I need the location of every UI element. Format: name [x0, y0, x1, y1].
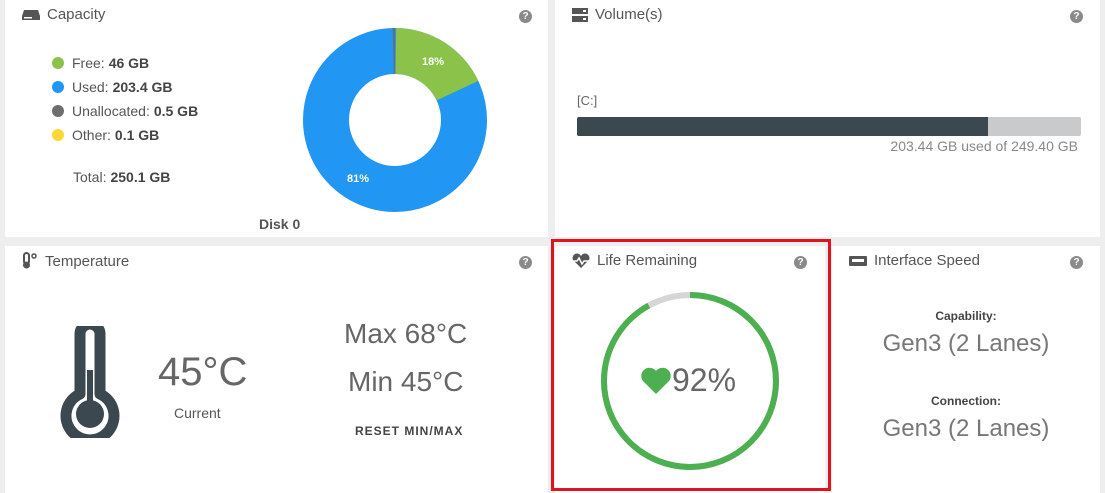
- used-dot: [52, 81, 64, 93]
- port-icon: [849, 255, 867, 266]
- donut-free-label: 18%: [422, 56, 444, 68]
- capacity-card: Capacity ? Free: 46 GB Used: 203.4 GB Unal…: [5, 0, 548, 237]
- volume-usage-text: 203.44 GB used of 249.40 GB: [890, 138, 1078, 154]
- life-help-icon[interactable]: ?: [794, 256, 807, 269]
- legend-value: 203.4 GB: [112, 79, 173, 95]
- server-icon: [572, 7, 588, 22]
- thermometer-small-icon: [23, 252, 37, 269]
- volumes-card: Volume(s) ? [C:] 203.44 GB used of 249.4…: [555, 0, 1100, 237]
- temperature-title: Temperature: [21, 252, 129, 270]
- interface-speed-title: Interface Speed: [848, 252, 980, 269]
- life-percent-value: 92%: [672, 362, 737, 398]
- legend-label: Used:: [72, 79, 109, 95]
- connection-value: Gen3 (2 Lanes): [882, 415, 1050, 442]
- temperature-card: Temperature ?: [5, 246, 548, 493]
- volume-usage-fill: [577, 117, 989, 136]
- life-remaining-title: Life Remaining: [571, 252, 697, 269]
- legend-unallocated: Unallocated: 0.5 GB: [52, 99, 198, 123]
- legend-value: 0.5 GB: [153, 103, 199, 119]
- temperature-help-icon[interactable]: ?: [519, 256, 532, 269]
- legend-free: Free: 46 GB: [52, 51, 198, 75]
- current-temperature: 45°C: [158, 350, 248, 394]
- legend-used: Used: 203.4 GB: [52, 75, 198, 99]
- life-percent: 92%: [640, 362, 736, 399]
- legend-label: Other:: [72, 127, 111, 143]
- capacity-title-text: Capacity: [47, 6, 106, 23]
- reset-min-max-button[interactable]: RESET MIN/MAX: [355, 424, 463, 438]
- life-remaining-title-text: Life Remaining: [597, 252, 698, 269]
- capability-value: Gen3 (2 Lanes): [882, 330, 1050, 357]
- unallocated-dot: [52, 105, 64, 117]
- capability-label: Capability:: [935, 309, 997, 323]
- legend-other: Other: 0.1 GB: [52, 123, 198, 147]
- legend-value: 0.1 GB: [114, 127, 160, 143]
- temperature-title-text: Temperature: [45, 252, 130, 270]
- other-dot: [52, 129, 64, 141]
- volumes-title-text: Volume(s): [595, 6, 663, 23]
- total-value: 250.1 GB: [110, 169, 171, 185]
- total-label: Total:: [73, 169, 107, 185]
- min-temperature: Min 45°C: [348, 366, 464, 397]
- interface-speed-title-text: Interface Speed: [874, 252, 980, 269]
- current-temperature-label: Current: [174, 405, 221, 421]
- heart-pulse-icon: [572, 253, 590, 268]
- capacity-help-icon[interactable]: ?: [519, 10, 532, 23]
- legend-value: 46 GB: [108, 55, 150, 71]
- volume-usage-bar: [577, 117, 1081, 136]
- legend-label: Unallocated:: [72, 103, 150, 119]
- capacity-title: Capacity: [21, 6, 105, 23]
- max-temperature: Max 68°C: [344, 318, 468, 349]
- disk-label: Disk 0: [259, 216, 301, 232]
- capacity-legend: Free: 46 GB Used: 203.4 GB Unallocated: 0.5…: [52, 51, 198, 147]
- capacity-total: Total: 250.1 GB: [73, 165, 170, 189]
- donut-used-label: 81%: [347, 173, 369, 185]
- interface-speed-card: Interface Speed ?: [832, 246, 1100, 493]
- legend-label: Free:: [72, 55, 105, 71]
- volumes-help-icon[interactable]: ?: [1070, 10, 1083, 23]
- drive-icon: [22, 9, 40, 20]
- volumes-title: Volume(s): [571, 6, 663, 23]
- capacity-donut: 18% 81%: [303, 28, 487, 212]
- volume-drive-label: [C:]: [577, 93, 598, 108]
- thermometer-icon: [60, 326, 120, 438]
- heart-icon: [641, 367, 671, 394]
- interface-help-icon[interactable]: ?: [1070, 256, 1083, 269]
- connection-label: Connection:: [931, 394, 1001, 408]
- free-dot: [52, 57, 64, 69]
